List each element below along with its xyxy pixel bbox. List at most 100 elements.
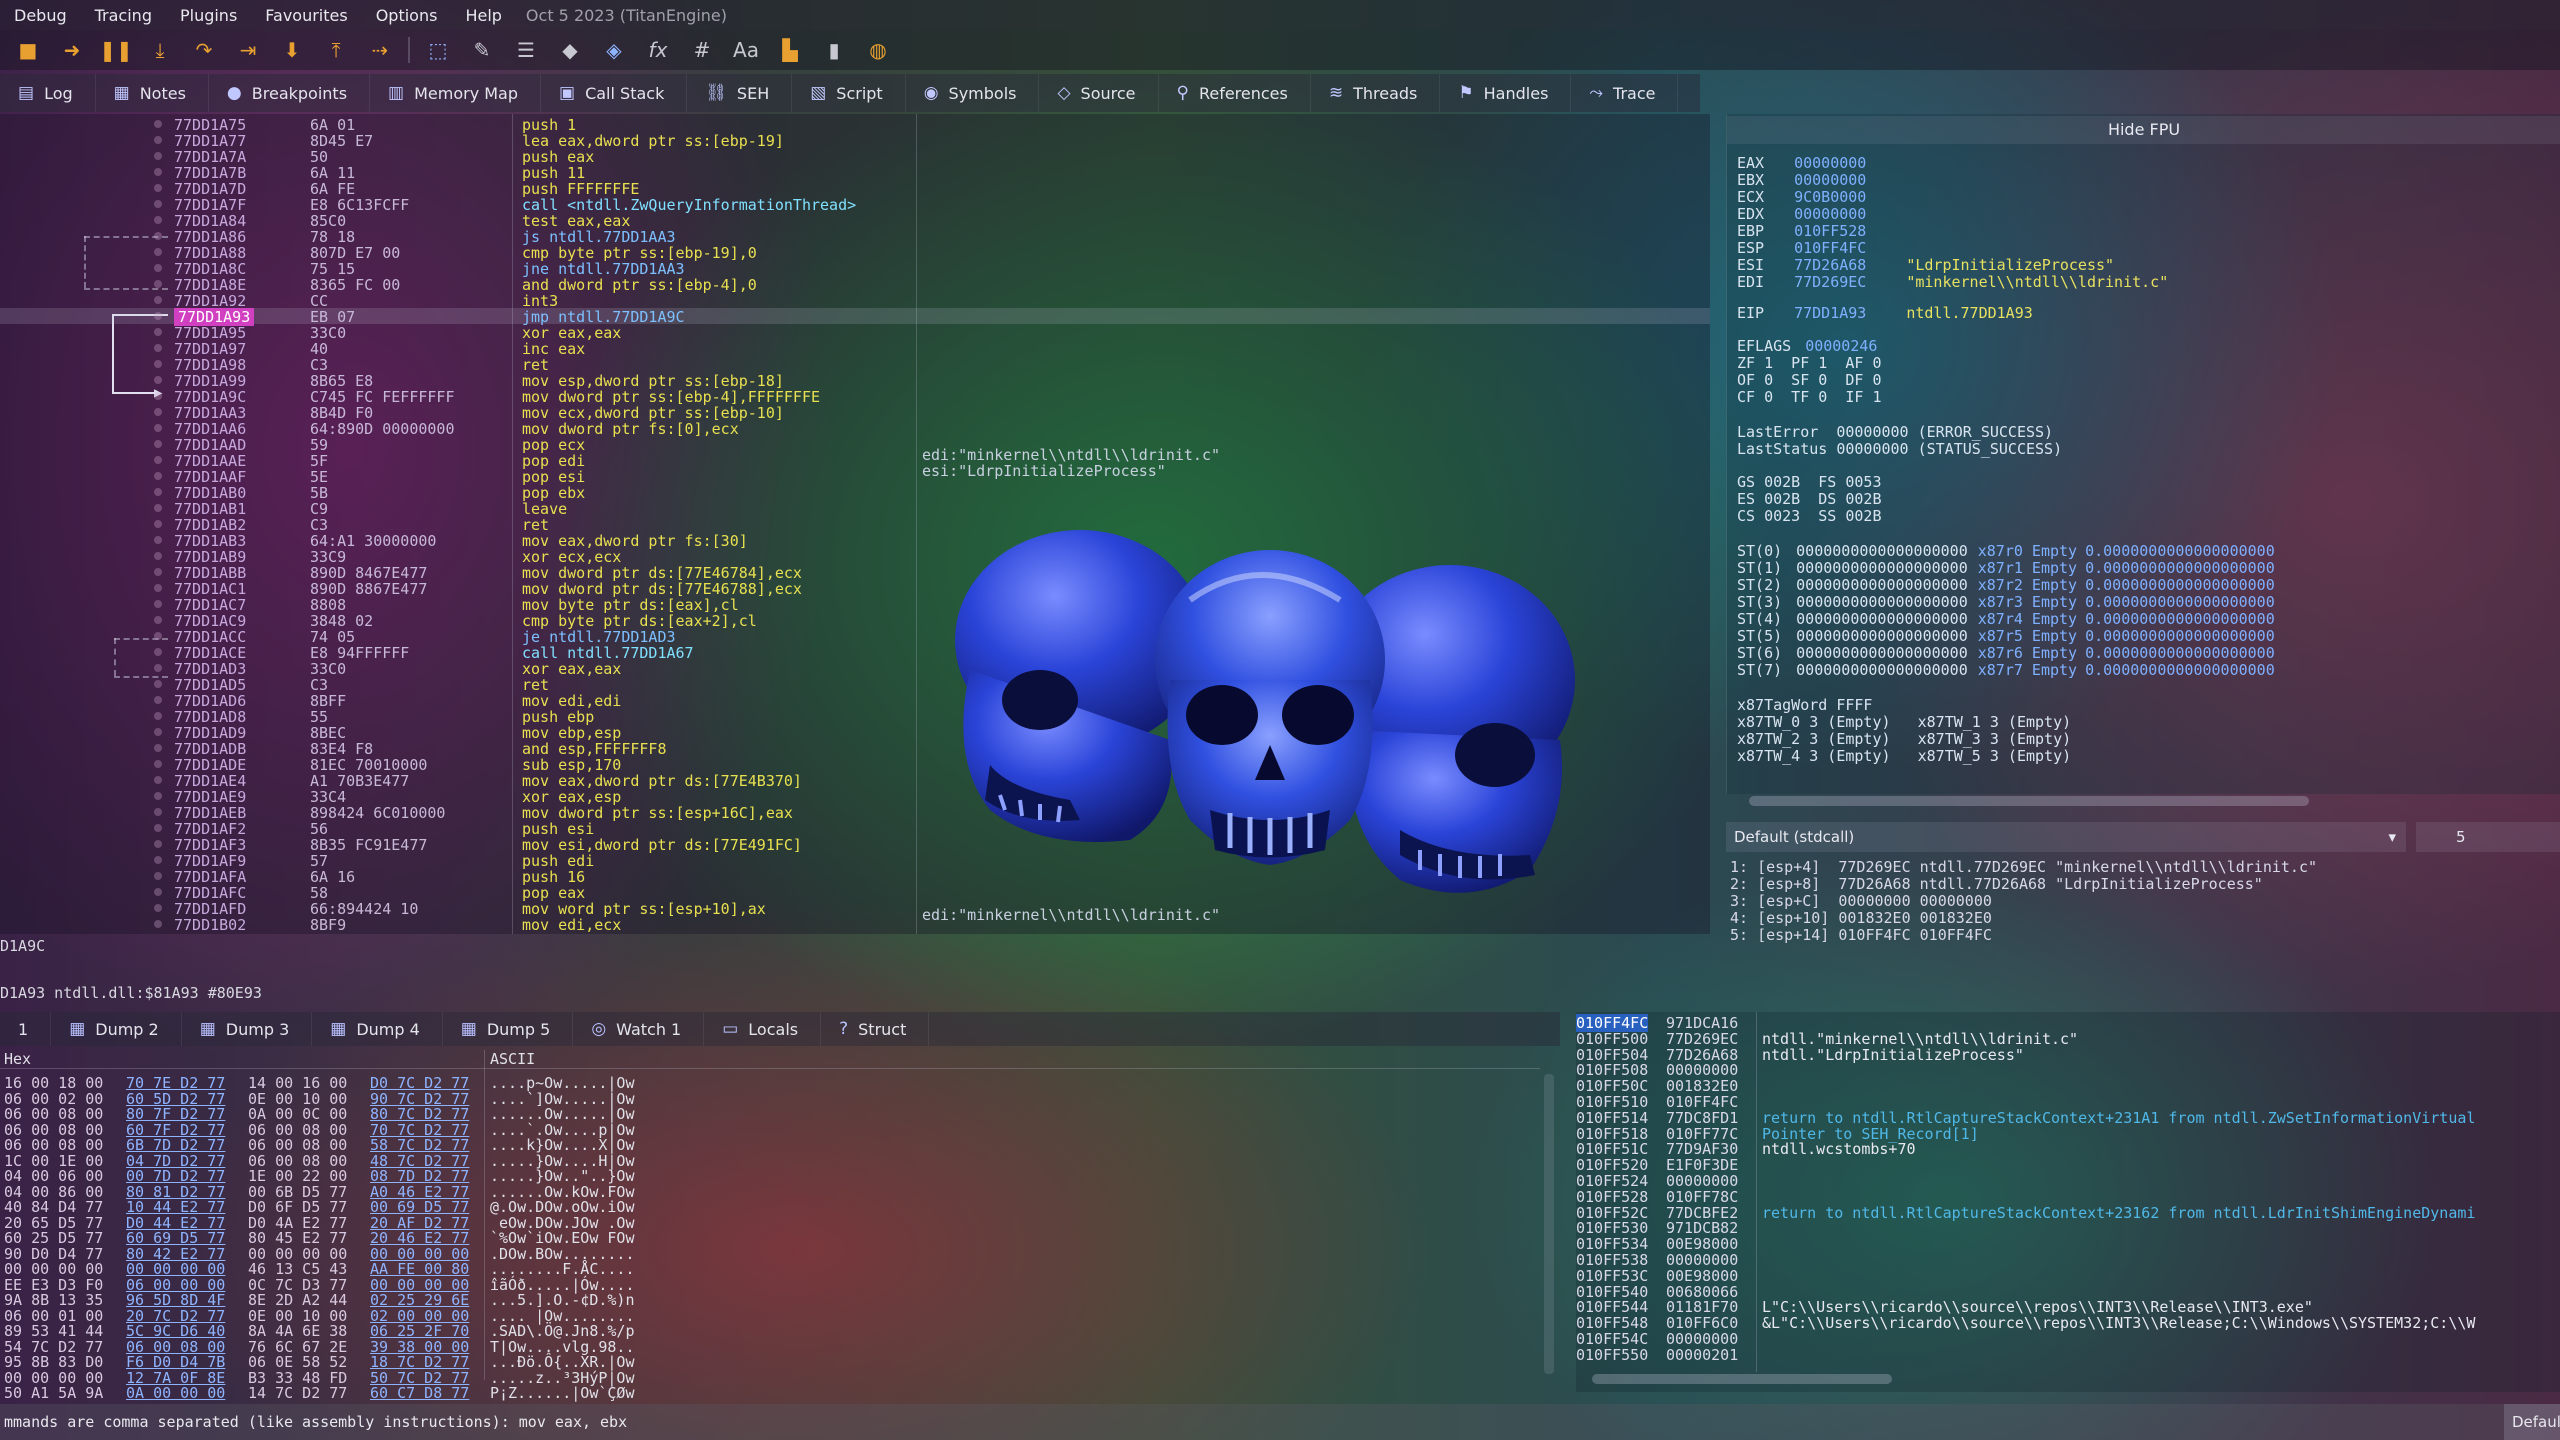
disasm-row[interactable]: 77DD1A77 8D45 E7 lea eax,dword ptr ss:[ebp… — [0, 132, 1710, 150]
breakpoint-dot[interactable] — [154, 488, 162, 496]
tab-breakpoints[interactable]: ● Breakpoints — [209, 74, 371, 112]
breakpoint-dot[interactable] — [154, 120, 162, 128]
breakpoint-dot[interactable] — [154, 232, 162, 240]
hide-fpu-button[interactable]: Hide FPU — [1727, 116, 2560, 144]
breakpoint-dot[interactable] — [154, 856, 162, 864]
breakpoint-dot[interactable] — [154, 904, 162, 912]
command-input[interactable]: mmands are comma separated (like assembl… — [4, 1413, 627, 1431]
step-into-icon[interactable]: ⤓ — [143, 33, 177, 67]
breakpoint-dot[interactable] — [154, 168, 162, 176]
tab-references[interactable]: ⚲ References — [1159, 74, 1311, 112]
breakpoint-dot[interactable] — [154, 216, 162, 224]
breakpoint-dot[interactable] — [154, 184, 162, 192]
stack-view[interactable]: 010FF4FC 971DCA16 010FF500 77D269EC 010FF504… — [1576, 1012, 2560, 1392]
command-mode-select[interactable]: Defaul — [2504, 1404, 2560, 1440]
flags-row[interactable]: CF 0 TF 0 IF 1 — [1737, 388, 1882, 406]
register-ecx[interactable]: ECX 9C0B0000 — [1737, 188, 1906, 206]
argument-row[interactable]: 4: [esp+10] 001832E0 001832E0 — [1730, 909, 1992, 927]
scylla-icon[interactable]: ⬚ — [421, 33, 455, 67]
argument-row[interactable]: 2: [esp+8] 77D26A68 ntdll.77D26A68 "Ldrp… — [1730, 875, 2263, 893]
disasm-row[interactable]: 77DD1A7D 6A FE push FFFFFFFE — [0, 180, 1710, 198]
disasm-row[interactable]: 77DD1A7F E8 6C13FCFF call <ntdll.ZwQueryIn… — [0, 196, 1710, 214]
disasm-row[interactable]: 77DD1A75 6A 01 push 1 — [0, 116, 1710, 134]
disasm-row[interactable]: 77DD1AB0 5B pop ebx — [0, 484, 1710, 502]
horizontal-scrollbar[interactable] — [1592, 1374, 1892, 1384]
menu-item-help[interactable]: Help — [451, 6, 515, 25]
disasm-row[interactable]: 77DD1A8C 75 15 jne ntdll.77DD1AA3 — [0, 260, 1710, 278]
disasm-row[interactable]: 77DD1A88 807D E7 00 cmp byte ptr ss:[ebp-1… — [0, 244, 1710, 262]
disasm-row[interactable]: 77DD1B04 6A 18 push 18 — [0, 932, 1710, 934]
calculator-icon[interactable]: ▮ — [817, 33, 851, 67]
register-eflags[interactable]: EFLAGS 00000246 — [1737, 337, 1877, 355]
disasm-row[interactable]: 77DD1A7A 50 push eax — [0, 148, 1710, 166]
disasm-row[interactable]: 77DD1A99 8B65 E8 mov esp,dword ptr ss:[ebp… — [0, 372, 1710, 390]
disasm-row[interactable]: 77DD1A98 C3 ret — [0, 356, 1710, 374]
disasm-row[interactable]: 77DD1AAF 5E pop esi — [0, 468, 1710, 486]
font-icon[interactable]: Aa — [729, 33, 763, 67]
globe-icon[interactable]: ◍ — [861, 33, 895, 67]
disasm-row[interactable]: 77DD1A93 EB 07 jmp ntdll.77DD1A9C — [0, 308, 1710, 326]
breakpoint-dot[interactable] — [154, 792, 162, 800]
tab-notes[interactable]: ▦ Notes — [96, 74, 209, 112]
breakpoint-dot[interactable] — [154, 888, 162, 896]
pause-icon[interactable]: ❚❚ — [99, 33, 133, 67]
segment-row[interactable]: GS 002B FS 0053 — [1737, 473, 1882, 491]
breakpoint-dot[interactable] — [154, 296, 162, 304]
fpu-register-row[interactable]: ST(7) 0000000000000000000 x87r7 Empty 0.000… — [1737, 661, 2275, 679]
breakpoint-dot[interactable] — [154, 376, 162, 384]
breakpoint-dot[interactable] — [154, 840, 162, 848]
tab-memory-map[interactable]: ▥ Memory Map — [370, 74, 542, 112]
tab-handles[interactable]: ⚑ Handles — [1440, 74, 1572, 112]
breakpoint-dot[interactable] — [154, 312, 162, 320]
tab-struct[interactable]: ? Struct — [821, 1012, 930, 1046]
tab-dump-4[interactable]: ▦ Dump 4 — [312, 1012, 443, 1046]
step-over-icon[interactable]: ↷ — [187, 33, 221, 67]
breakpoint-dot[interactable] — [154, 264, 162, 272]
disasm-row[interactable]: 77DD1A97 40 inc eax — [0, 340, 1710, 358]
segment-row[interactable]: CS 0023 SS 002B — [1737, 507, 1882, 525]
tab-trace[interactable]: ⤳ Trace — [1571, 74, 1679, 112]
tag-row[interactable]: x87TW_4 3 (Empty) x87TW_5 3 (Empty) — [1737, 747, 2071, 765]
register-eax[interactable]: EAX 00000000 — [1737, 154, 1906, 172]
disasm-row[interactable]: 77DD1AAE 5F pop edi — [0, 452, 1710, 470]
breakpoint-dot[interactable] — [154, 504, 162, 512]
tab-dump-3[interactable]: ▦ Dump 3 — [182, 1012, 313, 1046]
menu-item-tracing[interactable]: Tracing — [81, 6, 166, 25]
tab-log[interactable]: ▤ Log — [0, 74, 96, 112]
breakpoint-dot[interactable] — [154, 520, 162, 528]
argument-count-spinner[interactable]: 5 — [2416, 822, 2560, 852]
segment-row[interactable]: ES 002B DS 002B — [1737, 490, 1882, 508]
disasm-row[interactable]: 77DD1AA6 64:890D 00000000 mov dword ptr fs… — [0, 420, 1710, 438]
breakpoint-dot[interactable] — [154, 744, 162, 752]
breakpoint-dot[interactable] — [154, 872, 162, 880]
register-eip[interactable]: EIP 77DD1A93 ntdll.77DD1A93 — [1737, 304, 2033, 322]
trace-over-icon[interactable]: ⬇ — [275, 33, 309, 67]
disasm-row[interactable]: 77DD1A7B 6A 11 push 11 — [0, 164, 1710, 182]
disasm-row[interactable]: 77DD1A95 33C0 xor eax,eax — [0, 324, 1710, 342]
flags-row[interactable]: ZF 1 PF 1 AF 0 — [1737, 354, 1882, 372]
tab-locals[interactable]: ▭ Locals — [704, 1012, 822, 1046]
breakpoint-dot[interactable] — [154, 600, 162, 608]
breakpoint-dot[interactable] — [154, 680, 162, 688]
register-esp[interactable]: ESP 010FF4FC — [1737, 239, 1906, 257]
argument-row[interactable]: 3: [esp+C] 00000000 00000000 — [1730, 892, 1992, 910]
function-icon[interactable]: fx — [641, 33, 675, 67]
breakpoint-dot[interactable] — [154, 728, 162, 736]
breakpoint-dot[interactable] — [154, 776, 162, 784]
patch-icon[interactable]: ✎ — [465, 33, 499, 67]
tab-dump-2[interactable]: ▦ Dump 2 — [51, 1012, 182, 1046]
flags-row[interactable]: OF 0 SF 0 DF 0 — [1737, 371, 1882, 389]
tab-seh[interactable]: ⛓ SEH — [687, 74, 793, 112]
register-ebp[interactable]: EBP 010FF528 — [1737, 222, 1906, 240]
breakpoint-dot[interactable] — [154, 824, 162, 832]
disasm-row[interactable]: 77DD1A86 78 18 js ntdll.77DD1AA3 — [0, 228, 1710, 246]
breakpoint-dot[interactable] — [154, 328, 162, 336]
breakpoint-dot[interactable] — [154, 760, 162, 768]
fpu-register-row[interactable]: ST(5) 0000000000000000000 x87r5 Empty 0.000… — [1737, 627, 2275, 645]
breakpoint-dot[interactable] — [154, 280, 162, 288]
breakpoint-dot[interactable] — [154, 424, 162, 432]
registers-panel[interactable]: Hide FPU EAX 00000000 EBX 00000000 ECX 9C0B00… — [1726, 114, 2560, 806]
disasm-row[interactable]: 77DD1AA3 8B4D F0 mov ecx,dword ptr ss:[ebp… — [0, 404, 1710, 422]
execute-till-return-icon[interactable]: ⤒ — [319, 33, 353, 67]
breakpoint-dot[interactable] — [154, 552, 162, 560]
